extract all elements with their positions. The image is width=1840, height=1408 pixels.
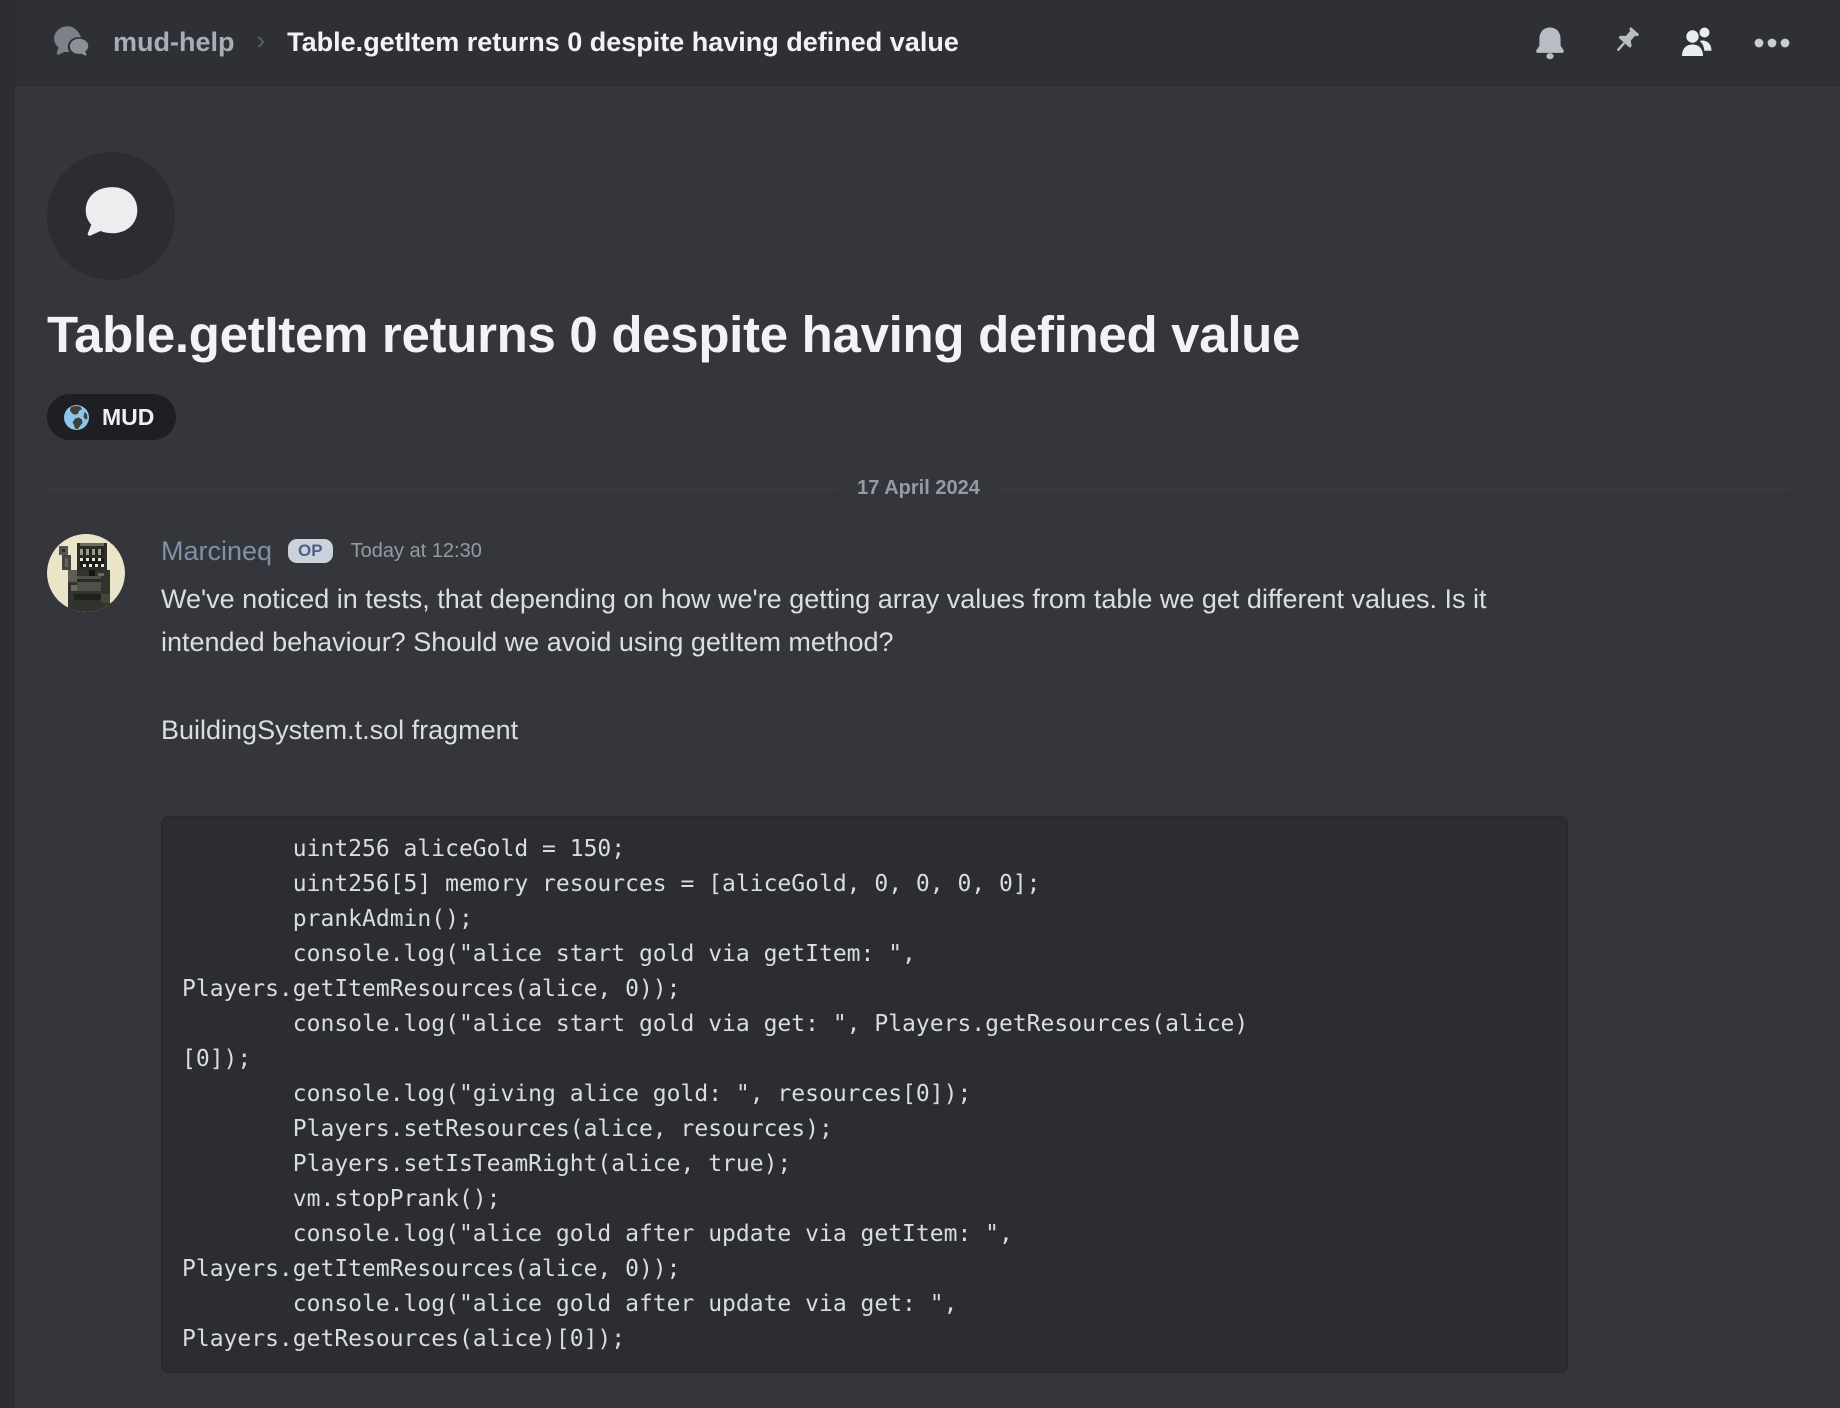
channel-name[interactable]: mud-help <box>113 27 235 58</box>
avatar[interactable] <box>47 534 125 612</box>
date-divider: 17 April 2024 <box>47 476 1790 500</box>
tag-label: MUD <box>102 404 154 431</box>
chat-bubble-icon <box>78 185 144 247</box>
code-block: uint256 aliceGold = 150; uint256[5] memo… <box>161 816 1568 1373</box>
members-icon[interactable] <box>1678 23 1718 63</box>
avatar-pixel-art <box>47 534 125 612</box>
sidebar-edge <box>0 0 15 1408</box>
more-options-icon[interactable] <box>1752 23 1792 63</box>
message-text: We've noticed in tests, that depending o… <box>161 578 1790 664</box>
message-content: Marcineq OP Today at 12:30 We've noticed… <box>161 534 1790 1373</box>
globe-emoji-icon <box>63 404 90 431</box>
thread-view: Table.getItem returns 0 despite having d… <box>15 152 1840 1373</box>
date-divider-label: 17 April 2024 <box>857 477 980 500</box>
header-toolbar <box>1530 23 1792 63</box>
forum-channel-icon <box>51 22 93 64</box>
tag-mud[interactable]: MUD <box>47 394 176 440</box>
discord-thread-window: mud-help › Table.getItem returns 0 despi… <box>15 0 1840 1408</box>
message-timestamp: Today at 12:30 <box>351 540 482 563</box>
attachment-note: BuildingSystem.t.sol fragment <box>161 709 1790 752</box>
breadcrumb-separator-icon: › <box>257 25 266 56</box>
post-title: Table.getItem returns 0 despite having d… <box>47 304 1790 366</box>
bell-icon[interactable] <box>1530 23 1570 63</box>
op-badge: OP <box>288 539 333 563</box>
pin-icon[interactable] <box>1604 23 1644 63</box>
message: Marcineq OP Today at 12:30 We've noticed… <box>47 534 1790 1373</box>
thread-header: mud-help › Table.getItem returns 0 despi… <box>15 0 1840 86</box>
header-thread-title: Table.getItem returns 0 despite having d… <box>287 27 1500 58</box>
thread-starter-avatar <box>47 152 175 280</box>
message-author[interactable]: Marcineq <box>161 536 272 567</box>
message-header: Marcineq OP Today at 12:30 <box>161 534 1790 568</box>
